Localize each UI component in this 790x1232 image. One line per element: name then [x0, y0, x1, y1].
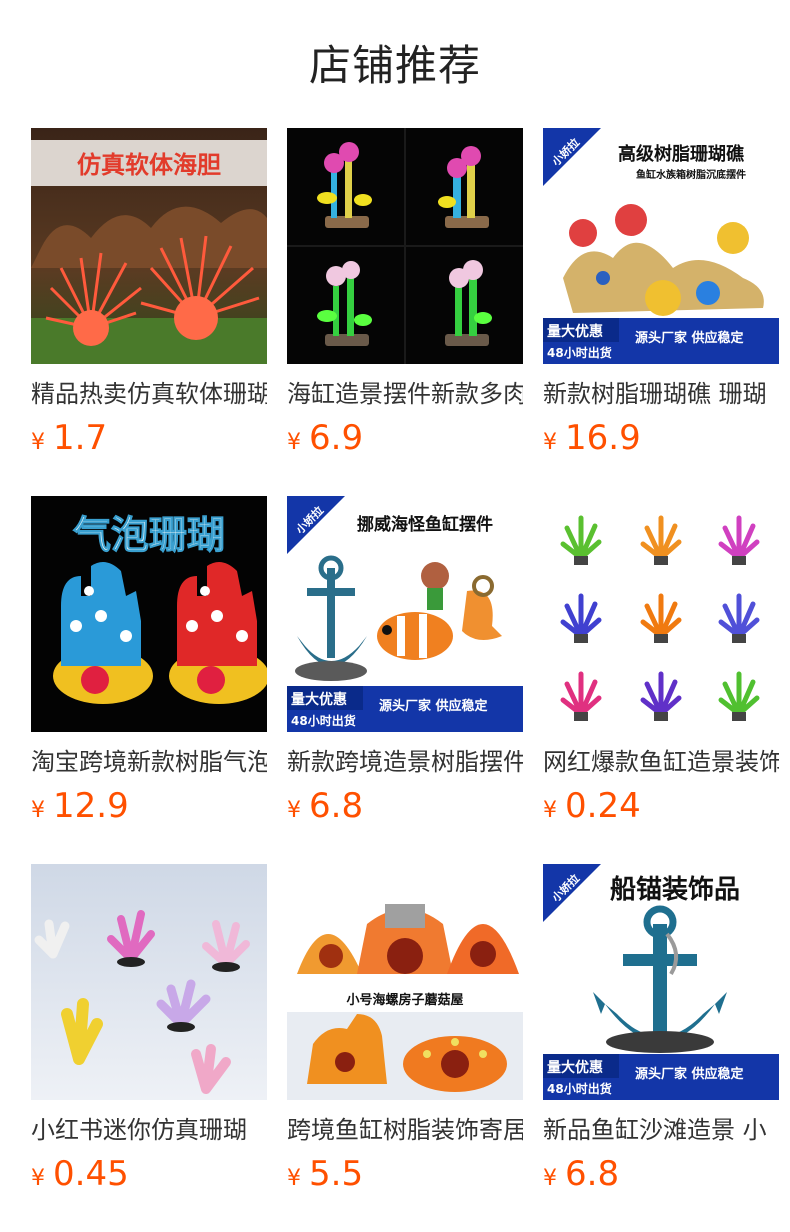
- product-price: ¥6.9: [287, 418, 523, 458]
- product-image[interactable]: [31, 864, 267, 1100]
- promo-label: 源头厂家 供应稳定: [635, 1066, 744, 1082]
- product-name[interactable]: 精品热卖仿真软体珊瑚: [31, 378, 267, 410]
- product-card[interactable]: 网红爆款鱼缸造景装饰 ¥0.24: [543, 496, 779, 826]
- price-value: 1.7: [53, 418, 108, 458]
- product-image[interactable]: 气泡珊瑚: [31, 496, 267, 732]
- promo-label: 源头厂家 供应稳定: [635, 330, 744, 346]
- product-image[interactable]: 小娇拉 船锚装饰品 量大优惠 48小时出货 源头厂家 供应稳定: [543, 864, 779, 1100]
- product-name[interactable]: 跨境鱼缸树脂装饰寄居: [287, 1114, 523, 1146]
- product-image[interactable]: 小娇拉 高级树脂珊瑚礁 鱼缸水族箱树脂沉底摆件 量大优惠 48小时出货 源头厂家…: [543, 128, 779, 364]
- currency-symbol: ¥: [31, 430, 45, 455]
- promo-label: 量大优惠: [291, 691, 347, 708]
- product-name[interactable]: 新款跨境造景树脂摆件: [287, 746, 523, 778]
- price-value: 12.9: [53, 786, 129, 826]
- product-price: ¥1.7: [31, 418, 267, 458]
- promo-label: 源头厂家 供应稳定: [379, 698, 488, 714]
- product-price: ¥0.45: [31, 1154, 267, 1194]
- shop-recommend-page: 店铺推荐 仿真软体海胆 精品热卖仿真软体珊瑚 ¥ 1.7 海缸造景摆件新款多肉 …: [0, 0, 790, 1232]
- product-card[interactable]: 小娇拉 船锚装饰品 量大优惠 48小时出货 源头厂家 供应稳定 新品鱼缸沙滩造景…: [543, 864, 779, 1194]
- product-image[interactable]: [543, 496, 779, 732]
- currency-symbol: ¥: [287, 798, 301, 823]
- product-price: ¥6.8: [287, 786, 523, 826]
- price-value: 6.8: [565, 1154, 620, 1194]
- product-name[interactable]: 海缸造景摆件新款多肉: [287, 378, 523, 410]
- product-card[interactable]: 气泡珊瑚 淘宝跨境新款树脂气泡 ¥ 12.9: [31, 496, 267, 826]
- product-image[interactable]: 小号海螺房子蘑菇屋: [287, 864, 523, 1100]
- product-card[interactable]: 小娇拉 挪威海怪鱼缸摆件 量大优惠 48小时出货 源头厂家 供应稳定 新款跨境造…: [287, 496, 523, 826]
- image-subtitle: 鱼缸水族箱树脂沉底摆件: [636, 168, 746, 181]
- product-card[interactable]: 仿真软体海胆 精品热卖仿真软体珊瑚 ¥1.7: [31, 128, 267, 458]
- product-card[interactable]: 小娇拉 高级树脂珊瑚礁 鱼缸水族箱树脂沉底摆件 量大优惠 48小时出货 源头厂家…: [543, 128, 779, 458]
- product-name[interactable]: 淘宝跨境新款树脂气泡: [31, 746, 267, 778]
- currency-symbol: ¥: [543, 798, 557, 823]
- product-price: ¥16.9: [543, 418, 779, 458]
- currency-symbol: ¥: [31, 798, 45, 823]
- currency-symbol: ¥: [287, 430, 301, 455]
- promo-label: 48小时出货: [291, 713, 356, 728]
- product-image[interactable]: 仿真软体海胆: [31, 128, 267, 364]
- currency-symbol: ¥: [287, 1166, 301, 1191]
- product-price: ¥0.24: [543, 786, 779, 826]
- price-value: 0.45: [53, 1154, 129, 1194]
- image-title: 船锚装饰品: [610, 874, 740, 905]
- image-caption: 小号海螺房子蘑菇屋: [346, 992, 463, 1008]
- promo-label: 量大优惠: [547, 323, 603, 340]
- product-name[interactable]: 新品鱼缸沙滩造景 小: [543, 1114, 779, 1146]
- product-price: ¥12.9: [31, 786, 267, 826]
- product-name[interactable]: 网红爆款鱼缸造景装饰: [543, 746, 779, 778]
- price-value: 0.24: [565, 786, 641, 826]
- product-price: ¥5.5: [287, 1154, 523, 1194]
- product-card[interactable]: 海缸造景摆件新款多肉 ¥6.9: [287, 128, 523, 458]
- product-card[interactable]: 小红书迷你仿真珊瑚 ¥0.45: [31, 864, 267, 1194]
- image-caption: 气泡珊瑚: [73, 513, 225, 557]
- product-price: ¥6.8: [543, 1154, 779, 1194]
- price-value: 5.5: [309, 1154, 364, 1194]
- product-card[interactable]: 小号海螺房子蘑菇屋 跨境鱼缸树脂装饰寄居 ¥5.5: [287, 864, 523, 1194]
- promo-label: 48小时出货: [547, 1081, 612, 1096]
- image-title: 高级树脂珊瑚礁: [618, 143, 744, 165]
- promo-label: 量大优惠: [547, 1059, 603, 1076]
- page-title: 店铺推荐: [308, 41, 481, 90]
- image-caption: 仿真软体海胆: [77, 151, 221, 179]
- currency-symbol: ¥: [31, 1166, 45, 1191]
- product-image[interactable]: [287, 128, 523, 364]
- currency-symbol: ¥: [543, 1166, 557, 1191]
- product-name[interactable]: 小红书迷你仿真珊瑚: [31, 1114, 267, 1146]
- promo-label: 48小时出货: [547, 345, 612, 360]
- price-value: 16.9: [565, 418, 641, 458]
- currency-symbol: ¥: [543, 430, 557, 455]
- image-title: 挪威海怪鱼缸摆件: [357, 514, 493, 535]
- product-grid: 仿真软体海胆 精品热卖仿真软体珊瑚 ¥1.7 海缸造景摆件新款多肉 ¥ 6.9 …: [31, 128, 779, 1194]
- product-image[interactable]: 小娇拉 挪威海怪鱼缸摆件 量大优惠 48小时出货 源头厂家 供应稳定: [287, 496, 523, 732]
- price-value: 6.9: [309, 418, 364, 458]
- product-name[interactable]: 新款树脂珊瑚礁 珊瑚: [543, 378, 779, 410]
- price-value: 6.8: [309, 786, 364, 826]
